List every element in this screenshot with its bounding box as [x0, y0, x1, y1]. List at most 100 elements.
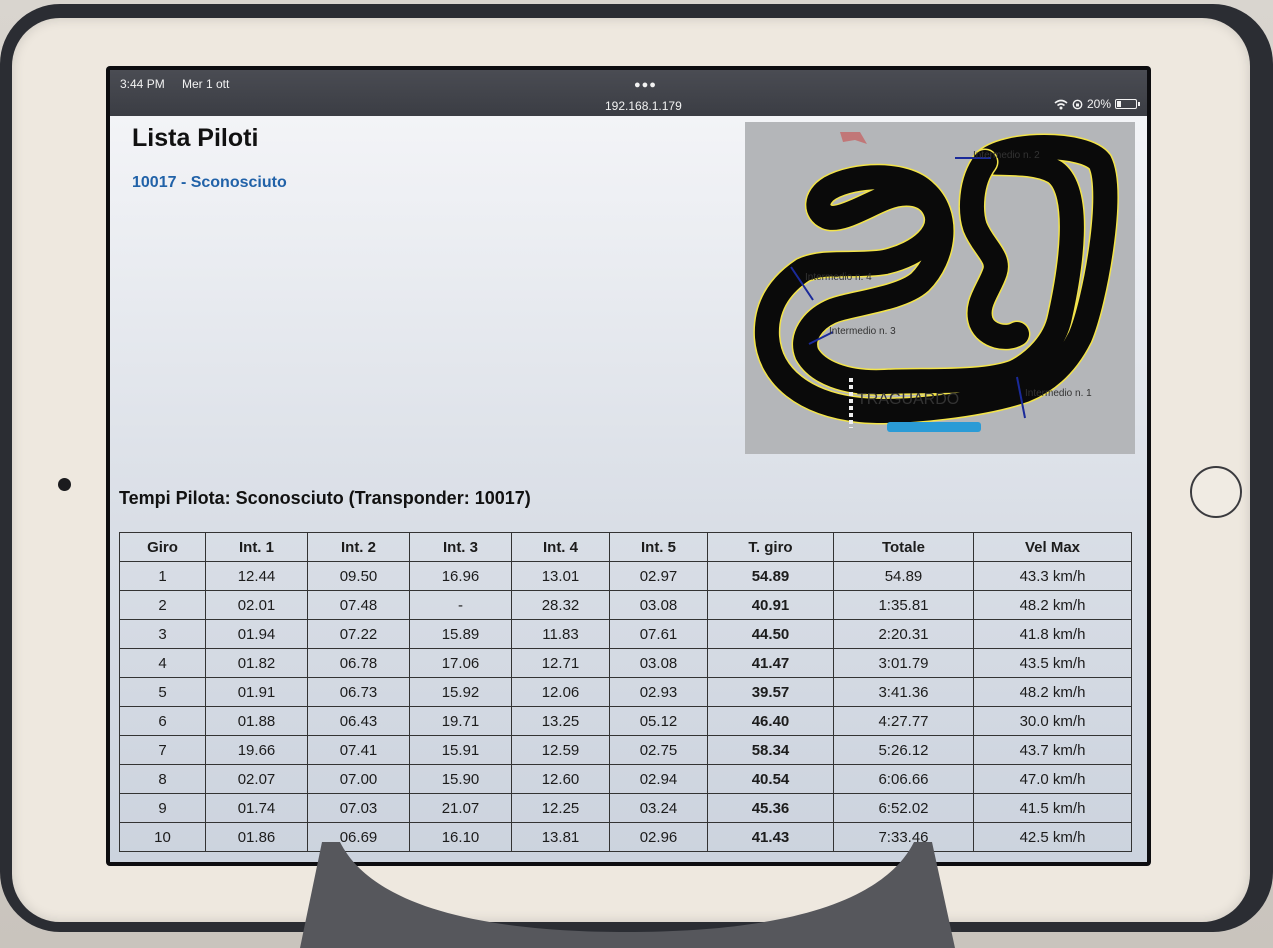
- table-cell: 19.66: [205, 735, 308, 765]
- table-cell: 6:52.02: [833, 793, 974, 823]
- lap-times-table: Giro Int. 1 Int. 2 Int. 3 Int. 4 Int. 5 …: [119, 532, 1132, 852]
- table-cell: 2:20.31: [833, 619, 974, 649]
- table-cell: 13.25: [511, 706, 610, 736]
- finish-label: TRAGUARDO: [857, 391, 959, 408]
- table-cell: 41.5 km/h: [973, 793, 1132, 823]
- camera: [58, 478, 71, 491]
- address-url[interactable]: 192.168.1.179: [605, 99, 682, 113]
- table-cell: 47.0 km/h: [973, 764, 1132, 794]
- table-cell: 5:26.12: [833, 735, 974, 765]
- pilot-times-title: Tempi Pilota: Sconosciuto (Transponder: …: [119, 488, 531, 508]
- table-cell: 06.78: [307, 648, 410, 678]
- table-cell: 43.5 km/h: [973, 648, 1132, 678]
- table-cell: 01.82: [205, 648, 308, 678]
- table-row: 3 01.94 07.22 15.89 11.83 07.61 44.50 2:20.31 41…: [119, 619, 1132, 649]
- track-map: Intermedio n. 2 Intermedio n. 4 Intermed…: [745, 122, 1135, 454]
- more-dots-icon[interactable]: ●●●: [634, 79, 657, 91]
- table-cell: 41.43: [707, 822, 834, 852]
- table-cell: 12.25: [511, 793, 610, 823]
- table-cell: 06.73: [307, 677, 410, 707]
- table-cell: 15.90: [409, 764, 512, 794]
- table-cell: 7: [119, 735, 206, 765]
- table-cell: 01.94: [205, 619, 308, 649]
- pilot-link[interactable]: 10017 - Sconosciuto: [132, 174, 287, 192]
- table-cell: 54.89: [833, 561, 974, 591]
- table-cell: 09.50: [307, 561, 410, 591]
- table-cell: 4: [119, 648, 206, 678]
- table-cell: 30.0 km/h: [973, 706, 1132, 736]
- table-cell: 03.08: [609, 648, 708, 678]
- table-row: 9 01.74 07.03 21.07 12.25 03.24 45.36 6:52.02 41…: [119, 793, 1132, 823]
- table-cell: 8: [119, 764, 206, 794]
- col-int3: Int. 3: [409, 532, 512, 562]
- table-cell: 1:35.81: [833, 590, 974, 620]
- table-row: 2 02.01 07.48-28.32 03.08 40.91 1:35.81 48.2 k…: [119, 590, 1132, 620]
- intermediate-2-label: Intermedio n. 2: [973, 150, 1040, 161]
- intermediate-1-label: Intermedio n. 1: [1025, 388, 1092, 399]
- intermediate-4-label: Intermedio n. 4: [805, 272, 872, 283]
- table-cell: 7:33.46: [833, 822, 974, 852]
- table-cell: 21.07: [409, 793, 512, 823]
- table-row: 4 01.82 06.78 17.06 12.71 03.08 41.47 3:01.79 43…: [119, 648, 1132, 678]
- table-cell: 16.10: [409, 822, 512, 852]
- table-cell: 12.60: [511, 764, 610, 794]
- col-int5: Int. 5: [609, 532, 708, 562]
- table-cell: 40.54: [707, 764, 834, 794]
- table-cell: 11.83: [511, 619, 610, 649]
- table-cell: 54.89: [707, 561, 834, 591]
- table-cell: 07.03: [307, 793, 410, 823]
- lap-times-body: 1 12.44 09.50 16.96 13.01 02.97 54.89 54.89 43.3…: [119, 561, 1132, 852]
- wifi-icon: [1054, 99, 1068, 109]
- table-row: 5 01.91 06.73 15.92 12.06 02.93 39.57 3:41.36 48…: [119, 677, 1132, 707]
- table-cell: 46.40: [707, 706, 834, 736]
- table-cell: 16.96: [409, 561, 512, 591]
- status-indicators: 20%: [1054, 97, 1141, 111]
- table-cell: 44.50: [707, 619, 834, 649]
- table-cell: 28.32: [511, 590, 610, 620]
- table-cell: 39.57: [707, 677, 834, 707]
- table-cell: 41.47: [707, 648, 834, 678]
- table-cell: -: [409, 590, 512, 620]
- table-cell: 07.61: [609, 619, 708, 649]
- table-cell: 12.71: [511, 648, 610, 678]
- table-cell: 03.24: [609, 793, 708, 823]
- table-cell: 3:01.79: [833, 648, 974, 678]
- table-cell: 02.01: [205, 590, 308, 620]
- col-int4: Int. 4: [511, 532, 610, 562]
- col-int1: Int. 1: [205, 532, 308, 562]
- table-cell: 06.43: [307, 706, 410, 736]
- table-cell: 13.81: [511, 822, 610, 852]
- col-lap-time: T. giro: [707, 532, 834, 562]
- home-button[interactable]: [1190, 466, 1242, 518]
- table-cell: 01.88: [205, 706, 308, 736]
- table-cell: 07.00: [307, 764, 410, 794]
- table-cell: 02.94: [609, 764, 708, 794]
- table-cell: 15.92: [409, 677, 512, 707]
- table-cell: 02.75: [609, 735, 708, 765]
- table-cell: 3:41.36: [833, 677, 974, 707]
- table-cell: 2: [119, 590, 206, 620]
- table-cell: 02.93: [609, 677, 708, 707]
- table-cell: 07.41: [307, 735, 410, 765]
- table-cell: 10: [119, 822, 206, 852]
- tablet-screen: 3:44 PM Mer 1 ott ●●● 192.168.1.179 20% …: [106, 66, 1151, 866]
- table-cell: 48.2 km/h: [973, 677, 1132, 707]
- col-lap: Giro: [119, 532, 206, 562]
- table-cell: 03.08: [609, 590, 708, 620]
- table-cell: 19.71: [409, 706, 512, 736]
- table-cell: 6: [119, 706, 206, 736]
- web-page: Lista Piloti 10017 - Sconosciuto Interme…: [110, 116, 1147, 862]
- col-int2: Int. 2: [307, 532, 410, 562]
- table-cell: 3: [119, 619, 206, 649]
- table-cell: 05.12: [609, 706, 708, 736]
- table-header-row: Giro Int. 1 Int. 2 Int. 3 Int. 4 Int. 5 …: [119, 532, 1132, 562]
- table-cell: 42.5 km/h: [973, 822, 1132, 852]
- table-cell: 4:27.77: [833, 706, 974, 736]
- table-row: 7 19.66 07.41 15.91 12.59 02.75 58.34 5:26.12 43…: [119, 735, 1132, 765]
- table-cell: 5: [119, 677, 206, 707]
- intermediate-3-label: Intermedio n. 3: [829, 326, 896, 337]
- table-row: 10 01.86 06.69 16.10 13.81 02.96 41.43 7:33.46 4…: [119, 822, 1132, 852]
- table-cell: 45.36: [707, 793, 834, 823]
- table-row: 8 02.07 07.00 15.90 12.60 02.94 40.54 6:06.66 47…: [119, 764, 1132, 794]
- table-cell: 07.48: [307, 590, 410, 620]
